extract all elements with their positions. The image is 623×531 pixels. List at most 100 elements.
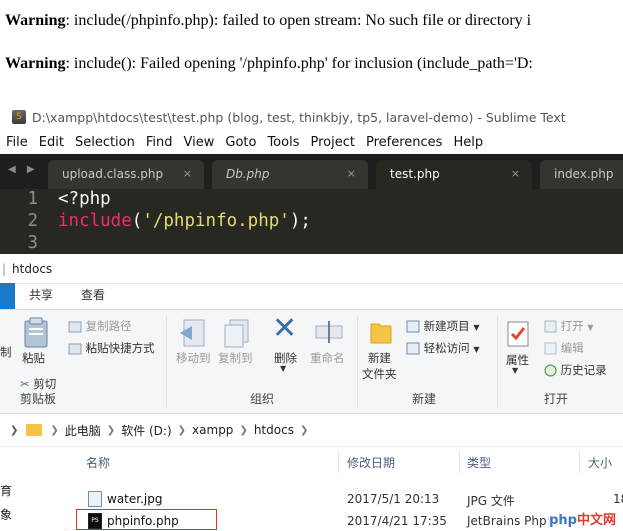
close-icon[interactable]: × [511,160,520,188]
menu-file[interactable]: File [6,135,28,150]
copy-path-icon [68,321,82,332]
chevron-right-icon: ❯ [106,424,116,436]
edit-icon [544,342,557,355]
cut-label: 剪切 [33,377,57,391]
tab-file[interactable] [0,283,15,309]
chevron-down-icon: ▼ [473,345,480,354]
move-to-icon [178,318,206,348]
warning-text: : include(/phpinfo.php): failed to open … [65,12,532,29]
new-folder-label-2[interactable]: 文件夹 [362,366,397,382]
new-item-icon [406,320,420,333]
group-divider [497,316,498,408]
chevron-down-icon: ▼ [512,366,519,375]
column-modified[interactable]: 修改日期 [347,454,395,471]
rename-button[interactable]: 重命名 [310,350,345,366]
file-modified: 2017/4/21 17:35 [347,514,447,528]
paste-shortcut-icon [68,343,82,354]
title-separator: | [2,261,7,276]
nav-pane-item[interactable]: 象 [0,506,12,523]
menu-edit[interactable]: Edit [39,135,64,150]
menu-view[interactable]: View [184,135,215,150]
new-folder-label-1[interactable]: 新建 [368,350,391,366]
copy-to-button[interactable]: 复制到 [218,350,253,366]
php-open-tag: <?php [58,189,111,209]
menu-selection[interactable]: Selection [75,135,135,150]
new-item-button[interactable]: 新建项目 ▼ [406,318,479,334]
history-icon [544,364,557,377]
close-icon[interactable]: × [183,160,192,188]
history-button[interactable]: 历史记录 [544,362,607,378]
paste-label[interactable]: 粘贴 [22,350,45,366]
edit-button[interactable]: 编辑 [544,340,584,356]
tab-share[interactable]: 共享 [15,286,67,309]
chevron-right-icon: ❯ [299,424,309,436]
file-type: JPG 文件 [467,494,515,508]
code-editor[interactable]: 1 <?php 2 include('/phpinfo.php'); 3 [0,189,623,254]
address-bar[interactable]: ❯ ❯ 此电脑 ❯ 软件 (D:) ❯ xampp ❯ htdocs ❯ [0,414,623,447]
code-line: 2 include('/phpinfo.php'); [0,211,311,234]
column-size[interactable]: 大小 [588,454,612,471]
code-text: include('/phpinfo.php'); [40,211,311,234]
breadcrumb-htdocs[interactable]: htdocs [254,423,294,437]
open-label: 打开 [560,319,584,333]
explorer-title-bar: | htdocs [0,254,623,284]
menu-help[interactable]: Help [453,135,483,150]
menu-tools[interactable]: Tools [267,135,299,150]
line-number: 2 [27,211,38,231]
column-divider[interactable] [338,451,339,473]
copy-path-button[interactable]: 复制路径 [68,318,132,334]
file-name: water.jpg [107,492,163,506]
highlight-box [76,509,217,530]
sublime-window: S D:\xampp\htdocs\test\test.php (blog, t… [0,104,623,254]
paste-shortcut-button[interactable]: 粘贴快捷方式 [68,340,155,356]
column-name[interactable]: 名称 [86,454,110,471]
breadcrumb-xampp[interactable]: xampp [192,423,233,437]
tab-label: upload.class.php [62,167,164,181]
file-size: 18 [613,492,623,506]
file-row-water[interactable]: water.jpg 2017/5/1 20:13 JPG 文件 18 [80,488,623,510]
move-to-button[interactable]: 移动到 [176,350,211,366]
group-label-new: 新建 [412,392,437,406]
tab-db[interactable]: Db.php × [212,160,368,189]
group-divider [166,316,167,408]
tab-upload-class[interactable]: upload.class.php × [48,160,204,189]
paren-open: ( [131,211,143,231]
warning-label: Warning [5,55,66,72]
nav-pane-item[interactable]: 育 [0,482,12,499]
tab-label: test.php [390,167,440,181]
group-divider [357,316,358,408]
tab-view[interactable]: 查看 [67,286,119,309]
breadcrumb-drive-d[interactable]: 软件 (D:) [121,422,171,439]
chevron-down-icon: ▼ [280,364,287,373]
tab-scroll-arrows-icon[interactable]: ◀ ▶ [8,164,39,175]
ribbon: 制 粘贴 复制路径 粘贴快捷方式 ✂ 剪切 剪贴板 移动到 复制到 ✕ 删除 ▼… [0,310,623,414]
column-divider[interactable] [459,451,460,473]
paste-button[interactable] [22,316,50,348]
window-title-bar: S D:\xampp\htdocs\test\test.php (blog, t… [0,104,623,130]
menu-project[interactable]: Project [310,135,354,150]
menu-preferences[interactable]: Preferences [366,135,442,150]
tab-test[interactable]: test.php × [376,160,532,189]
breadcrumb-this-pc[interactable]: 此电脑 [65,422,101,439]
open-button[interactable]: 打开 ▼ [544,318,593,334]
code-line: 3 [0,233,40,256]
menu-find[interactable]: Find [146,135,173,150]
line-number: 1 [27,189,38,209]
keyword-include: include [58,211,132,231]
code-text: <?php [40,189,111,212]
easy-access-button[interactable]: 轻松访问 ▼ [406,340,479,356]
chevron-right-icon[interactable]: ❯ [10,425,18,436]
open-icon [544,320,557,333]
paren-close: ); [289,211,311,231]
folder-icon [26,424,43,436]
close-icon[interactable]: × [347,160,356,188]
column-divider[interactable] [579,451,580,473]
tab-index[interactable]: index.php [540,160,623,189]
code-line: 1 <?php [0,189,111,212]
menu-goto[interactable]: Goto [225,135,256,150]
group-label-open: 打开 [544,392,569,406]
chevron-down-icon: ▼ [587,323,594,332]
column-type[interactable]: 类型 [467,454,491,471]
copy-partial-label[interactable]: 制 [0,344,12,360]
chevron-down-icon: ▼ [473,323,480,332]
